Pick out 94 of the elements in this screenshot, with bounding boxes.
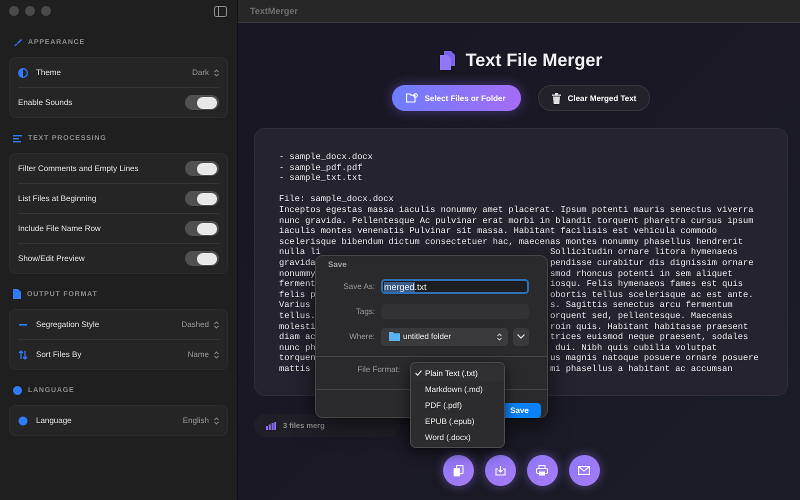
text-line: nunc ph	[279, 342, 316, 354]
menu-item[interactable]: Markdown (.md)	[411, 381, 504, 397]
setting-label: Show/Edit Preview	[18, 254, 86, 263]
setting-label: Sort Files By	[36, 350, 82, 359]
expand-button[interactable]	[513, 328, 529, 346]
field-label: Where:	[348, 332, 376, 341]
text-line: orquent sed, pellentesque. Maecenas	[550, 310, 733, 322]
setting-dropdown[interactable]: English	[182, 416, 219, 425]
text-line: pendisse curabitur dis dignissim ornare	[550, 258, 754, 269]
select-files-button[interactable]: Select Files or Folder	[392, 85, 521, 111]
setting-dropdown[interactable]: Dark	[192, 68, 219, 77]
text-line: nunc gravida. Pellentesque Ac pulvinar erat morbi in blandit torquent pharetra cursus ipsum	[279, 216, 754, 226]
text-line: tellus.	[279, 310, 316, 322]
app-heading: Text File Merger	[466, 50, 602, 71]
text-line: mi phasellus a habitant ac accumsan	[550, 364, 733, 374]
download-icon	[494, 465, 506, 476]
text-line: Sollicitudin ornare litora hymenaeos	[550, 247, 738, 258]
file-list-line: - sample_txt.txt	[279, 173, 364, 184]
up-down-chevron-icon	[214, 68, 219, 76]
setting-label: Filter Comments and Empty Lines	[18, 164, 140, 173]
setting-label: Language	[36, 416, 73, 425]
setting-label: Segregation Style	[36, 320, 100, 329]
print-icon	[536, 465, 548, 476]
field-label: Save As:	[342, 282, 376, 291]
brush-icon	[13, 38, 22, 46]
menu-item[interactable]: Plain Text (.txt)	[411, 365, 504, 381]
trash-icon	[552, 92, 561, 104]
file-header-line: File: sample_docx.docx	[279, 194, 395, 205]
globe-icon	[18, 416, 28, 426]
text-line: smod rhoncus potenti in sem aliquet	[550, 268, 733, 280]
text-lines-icon	[13, 134, 22, 142]
text-line: trices euismod neque praesent, sodales	[550, 332, 748, 343]
print-button[interactable]	[526, 455, 558, 486]
setting-label: Theme	[36, 68, 62, 77]
documents-icon	[440, 51, 456, 70]
clear-text-button[interactable]: Clear Merged Text	[538, 85, 650, 111]
text-line: scelerisque bibendum dictum consectetuer hac, maecenas montes nonummy phasellus hendrerit	[279, 236, 743, 247]
text-line: diam ac	[279, 332, 316, 343]
globe-icon	[13, 386, 22, 394]
text-line: ferment	[279, 279, 316, 290]
setting-dropdown[interactable]: Name	[188, 350, 219, 359]
text-line: Inceptos egestas massa iaculis nonummy amet placerat. Ipsum potenti mauris senectus viverra	[279, 204, 754, 215]
contrast-icon	[18, 68, 28, 78]
file-list-line: - sample_docx.docx	[279, 152, 374, 163]
text-line: roin quis. Habitant habitasse praesent	[550, 322, 748, 332]
text-line: obortis tellus scelerisque ac est ante.	[550, 290, 754, 300]
mail-icon	[578, 466, 590, 475]
text-line: iaculis montes venenatis Pulvinar sit massa. Habitant facilisis est vehicula commodo	[279, 226, 717, 236]
window-title: TextMerger	[250, 6, 298, 16]
text-line: molesti	[279, 322, 316, 332]
text-line: Varius	[279, 300, 310, 311]
text-line: torquen	[279, 353, 316, 364]
field-label: File Format:	[356, 365, 401, 374]
text-line: gravida	[279, 258, 316, 269]
up-down-chevron-icon	[214, 416, 219, 424]
text-line: mattis	[279, 364, 310, 374]
folder-icon	[406, 93, 418, 103]
chevron-down-icon	[517, 334, 525, 339]
menu-item[interactable]: Word (.docx)	[411, 429, 504, 445]
text-line: s. Sagittis senectus arcu fermentum	[550, 300, 733, 311]
text-line: nulla li	[279, 247, 321, 258]
toggle-switch[interactable]	[185, 161, 219, 176]
setting-dropdown[interactable]: Dashed	[181, 320, 219, 329]
copy-button[interactable]	[442, 455, 474, 486]
up-down-chevron-icon	[214, 350, 219, 358]
file-name-field[interactable]: merged.txt	[381, 279, 529, 294]
download-button[interactable]	[484, 455, 516, 486]
sort-arrows-icon	[18, 350, 28, 360]
setting-label: List Files at Beginning	[18, 194, 98, 203]
text-line: iosqu. Felis hymenaeos fames est quis	[550, 279, 743, 290]
text-line: us magnis natoque posuere ornare posuere	[550, 353, 759, 364]
minus-icon	[18, 322, 28, 326]
dialog-title: Save	[327, 260, 348, 271]
folder-icon	[389, 332, 400, 341]
setting-label: Enable Sounds	[18, 98, 74, 107]
field-label: Tags:	[354, 307, 376, 316]
bar-chart-icon	[266, 422, 276, 430]
checkmark-icon	[414, 370, 422, 376]
text-line: dui. Nibh quis cubilia volutpat	[554, 342, 717, 354]
setting-label: Include File Name Row	[18, 224, 102, 233]
text-line: felis p	[279, 290, 316, 300]
location-dropdown[interactable]: untitled folder	[381, 328, 508, 346]
toggle-switch[interactable]	[185, 251, 219, 266]
sidebar-toggle-icon[interactable]	[214, 6, 227, 16]
file-list-line: - sample_pdf.pdf	[279, 162, 364, 174]
up-down-chevron-icon	[497, 332, 502, 340]
mail-button[interactable]	[568, 455, 600, 486]
toggle-switch[interactable]	[185, 95, 219, 110]
copy-icon	[452, 464, 464, 476]
document-icon	[13, 289, 21, 299]
toggle-switch[interactable]	[185, 191, 219, 206]
up-down-chevron-icon	[214, 320, 219, 328]
toggle-switch[interactable]	[185, 221, 219, 236]
text-line: nonummy	[279, 268, 316, 280]
